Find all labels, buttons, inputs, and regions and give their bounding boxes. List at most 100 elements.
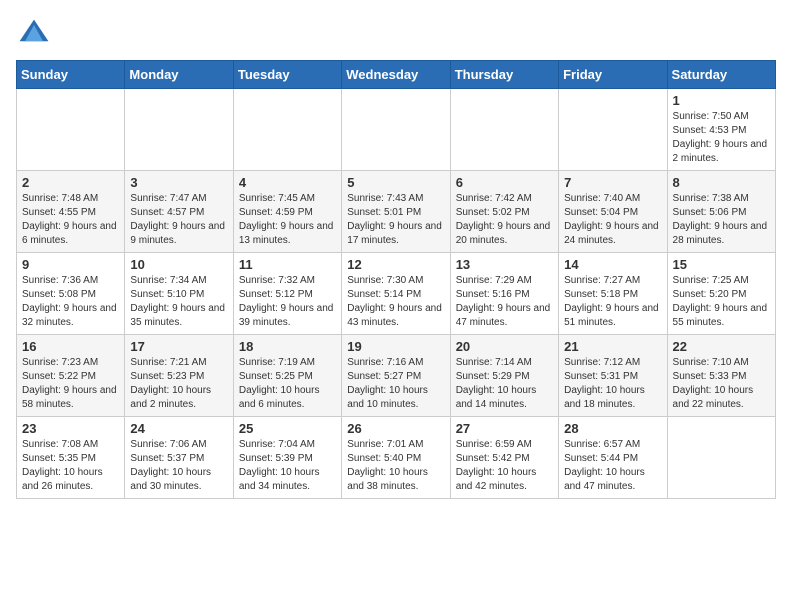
- day-info: Sunrise: 7:25 AM Sunset: 5:20 PM Dayligh…: [673, 274, 770, 330]
- day-info: Sunrise: 7:10 AM Sunset: 5:33 PM Dayligh…: [673, 356, 770, 412]
- day-of-week-header: Sunday: [17, 61, 125, 89]
- day-number: 20: [456, 339, 553, 354]
- calendar-cell: 12 Sunrise: 7:30 AM Sunset: 5:14 PM Dayli…: [342, 253, 450, 335]
- day-info: Sunrise: 7:29 AM Sunset: 5:16 PM Dayligh…: [456, 274, 553, 330]
- day-of-week-header: Monday: [125, 61, 233, 89]
- day-number: 8: [673, 175, 770, 190]
- calendar-cell: [17, 89, 125, 171]
- calendar-cell: 16 Sunrise: 7:23 AM Sunset: 5:22 PM Dayli…: [17, 335, 125, 417]
- calendar-cell: [342, 89, 450, 171]
- calendar-cell: [125, 89, 233, 171]
- day-number: 26: [347, 421, 444, 436]
- day-info: Sunrise: 7:45 AM Sunset: 4:59 PM Dayligh…: [239, 192, 336, 248]
- calendar-week-row: 2 Sunrise: 7:48 AM Sunset: 4:55 PM Daylig…: [17, 171, 776, 253]
- calendar-cell: 8Sunrise: 7:38 AM Sunset: 5:06 PM Daylig…: [667, 171, 775, 253]
- day-info: Sunrise: 7:08 AM Sunset: 5:35 PM Dayligh…: [22, 438, 119, 494]
- page-header: [16, 16, 776, 52]
- day-number: 22: [673, 339, 770, 354]
- day-info: Sunrise: 7:21 AM Sunset: 5:23 PM Dayligh…: [130, 356, 227, 412]
- day-info: Sunrise: 7:30 AM Sunset: 5:14 PM Dayligh…: [347, 274, 444, 330]
- calendar-cell: 28 Sunrise: 6:57 AM Sunset: 5:44 PM Dayli…: [559, 417, 667, 499]
- day-info: Sunrise: 7:42 AM Sunset: 5:02 PM Dayligh…: [456, 192, 553, 248]
- calendar-week-row: 9 Sunrise: 7:36 AM Sunset: 5:08 PM Daylig…: [17, 253, 776, 335]
- day-number: 18: [239, 339, 336, 354]
- day-info: Sunrise: 7:19 AM Sunset: 5:25 PM Dayligh…: [239, 356, 336, 412]
- day-number: 13: [456, 257, 553, 272]
- day-number: 28: [564, 421, 661, 436]
- calendar-cell: 14 Sunrise: 7:27 AM Sunset: 5:18 PM Dayli…: [559, 253, 667, 335]
- day-number: 11: [239, 257, 336, 272]
- calendar-cell: 20 Sunrise: 7:14 AM Sunset: 5:29 PM Dayli…: [450, 335, 558, 417]
- calendar-week-row: 16 Sunrise: 7:23 AM Sunset: 5:22 PM Dayli…: [17, 335, 776, 417]
- calendar-table: SundayMondayTuesdayWednesdayThursdayFrid…: [16, 60, 776, 499]
- day-info: Sunrise: 7:50 AM Sunset: 4:53 PM Dayligh…: [673, 110, 770, 166]
- calendar-cell: [667, 417, 775, 499]
- calendar-cell: 6 Sunrise: 7:42 AM Sunset: 5:02 PM Daylig…: [450, 171, 558, 253]
- calendar-cell: 7 Sunrise: 7:40 AM Sunset: 5:04 PM Daylig…: [559, 171, 667, 253]
- day-info: Sunrise: 6:59 AM Sunset: 5:42 PM Dayligh…: [456, 438, 553, 494]
- day-of-week-header: Wednesday: [342, 61, 450, 89]
- day-number: 24: [130, 421, 227, 436]
- day-info: Sunrise: 7:34 AM Sunset: 5:10 PM Dayligh…: [130, 274, 227, 330]
- day-info: Sunrise: 7:48 AM Sunset: 4:55 PM Dayligh…: [22, 192, 119, 248]
- calendar-cell: 1 Sunrise: 7:50 AM Sunset: 4:53 PM Daylig…: [667, 89, 775, 171]
- day-info: Sunrise: 7:14 AM Sunset: 5:29 PM Dayligh…: [456, 356, 553, 412]
- day-info: Sunrise: 7:23 AM Sunset: 5:22 PM Dayligh…: [22, 356, 119, 412]
- day-number: 23: [22, 421, 119, 436]
- calendar-cell: 13 Sunrise: 7:29 AM Sunset: 5:16 PM Dayli…: [450, 253, 558, 335]
- calendar-week-row: 1 Sunrise: 7:50 AM Sunset: 4:53 PM Daylig…: [17, 89, 776, 171]
- day-number: 6: [456, 175, 553, 190]
- day-of-week-header: Friday: [559, 61, 667, 89]
- calendar-cell: [559, 89, 667, 171]
- day-number: 25: [239, 421, 336, 436]
- day-number: 19: [347, 339, 444, 354]
- calendar-cell: 27 Sunrise: 6:59 AM Sunset: 5:42 PM Dayli…: [450, 417, 558, 499]
- calendar-cell: 15 Sunrise: 7:25 AM Sunset: 5:20 PM Dayli…: [667, 253, 775, 335]
- day-number: 9: [22, 257, 119, 272]
- calendar-cell: 19 Sunrise: 7:16 AM Sunset: 5:27 PM Dayli…: [342, 335, 450, 417]
- day-number: 7: [564, 175, 661, 190]
- day-number: 21: [564, 339, 661, 354]
- day-info: Sunrise: 7:47 AM Sunset: 4:57 PM Dayligh…: [130, 192, 227, 248]
- day-number: 27: [456, 421, 553, 436]
- day-info: Sunrise: 7:16 AM Sunset: 5:27 PM Dayligh…: [347, 356, 444, 412]
- day-number: 14: [564, 257, 661, 272]
- calendar-cell: [233, 89, 341, 171]
- calendar-cell: 17 Sunrise: 7:21 AM Sunset: 5:23 PM Dayli…: [125, 335, 233, 417]
- day-number: 12: [347, 257, 444, 272]
- calendar-cell: 4 Sunrise: 7:45 AM Sunset: 4:59 PM Daylig…: [233, 171, 341, 253]
- day-number: 4: [239, 175, 336, 190]
- calendar-cell: 24Sunrise: 7:06 AM Sunset: 5:37 PM Dayli…: [125, 417, 233, 499]
- calendar-cell: 3 Sunrise: 7:47 AM Sunset: 4:57 PM Daylig…: [125, 171, 233, 253]
- day-number: 15: [673, 257, 770, 272]
- calendar-cell: 25 Sunrise: 7:04 AM Sunset: 5:39 PM Dayli…: [233, 417, 341, 499]
- day-info: Sunrise: 7:43 AM Sunset: 5:01 PM Dayligh…: [347, 192, 444, 248]
- calendar-cell: 2 Sunrise: 7:48 AM Sunset: 4:55 PM Daylig…: [17, 171, 125, 253]
- day-of-week-header: Thursday: [450, 61, 558, 89]
- day-info: Sunrise: 7:01 AM Sunset: 5:40 PM Dayligh…: [347, 438, 444, 494]
- calendar-cell: 9 Sunrise: 7:36 AM Sunset: 5:08 PM Daylig…: [17, 253, 125, 335]
- calendar-cell: 18 Sunrise: 7:19 AM Sunset: 5:25 PM Dayli…: [233, 335, 341, 417]
- day-number: 10: [130, 257, 227, 272]
- day-number: 2: [22, 175, 119, 190]
- day-number: 3: [130, 175, 227, 190]
- calendar-cell: 26 Sunrise: 7:01 AM Sunset: 5:40 PM Dayli…: [342, 417, 450, 499]
- day-info: Sunrise: 7:36 AM Sunset: 5:08 PM Dayligh…: [22, 274, 119, 330]
- day-info: Sunrise: 7:40 AM Sunset: 5:04 PM Dayligh…: [564, 192, 661, 248]
- calendar-cell: 5Sunrise: 7:43 AM Sunset: 5:01 PM Daylig…: [342, 171, 450, 253]
- day-of-week-header: Saturday: [667, 61, 775, 89]
- day-info: Sunrise: 7:12 AM Sunset: 5:31 PM Dayligh…: [564, 356, 661, 412]
- day-info: Sunrise: 7:27 AM Sunset: 5:18 PM Dayligh…: [564, 274, 661, 330]
- day-info: Sunrise: 7:32 AM Sunset: 5:12 PM Dayligh…: [239, 274, 336, 330]
- calendar-cell: 22 Sunrise: 7:10 AM Sunset: 5:33 PM Dayli…: [667, 335, 775, 417]
- day-number: 1: [673, 93, 770, 108]
- day-of-week-header: Tuesday: [233, 61, 341, 89]
- day-info: Sunrise: 6:57 AM Sunset: 5:44 PM Dayligh…: [564, 438, 661, 494]
- calendar-cell: 21 Sunrise: 7:12 AM Sunset: 5:31 PM Dayli…: [559, 335, 667, 417]
- day-number: 17: [130, 339, 227, 354]
- day-number: 16: [22, 339, 119, 354]
- calendar-cell: 11 Sunrise: 7:32 AM Sunset: 5:12 PM Dayli…: [233, 253, 341, 335]
- calendar-cell: 10 Sunrise: 7:34 AM Sunset: 5:10 PM Dayli…: [125, 253, 233, 335]
- day-info: Sunrise: 7:04 AM Sunset: 5:39 PM Dayligh…: [239, 438, 336, 494]
- calendar-header-row: SundayMondayTuesdayWednesdayThursdayFrid…: [17, 61, 776, 89]
